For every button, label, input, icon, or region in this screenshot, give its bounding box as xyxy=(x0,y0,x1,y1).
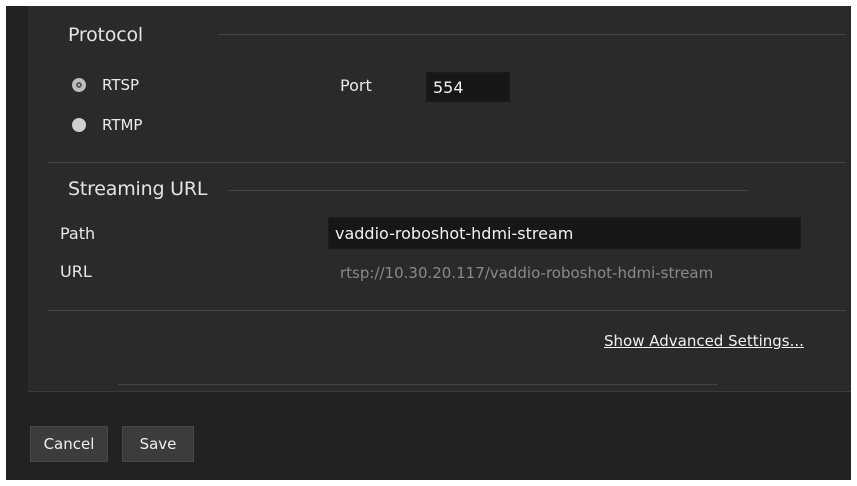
port-label: Port xyxy=(340,76,372,95)
radio-rtmp-label: RTMP xyxy=(102,116,143,134)
footer-divider xyxy=(118,384,718,385)
port-input[interactable] xyxy=(426,72,510,102)
radio-checked-icon xyxy=(72,78,86,92)
section-divider xyxy=(48,162,846,163)
streaming-url-section-title: Streaming URL xyxy=(68,178,208,200)
radio-rtsp[interactable]: RTSP xyxy=(72,76,139,94)
url-value: rtsp://10.30.20.117/vaddio-roboshot-hdmi… xyxy=(340,264,714,282)
save-button[interactable]: Save xyxy=(122,426,194,462)
show-advanced-settings-link[interactable]: Show Advanced Settings... xyxy=(604,332,804,350)
streaming-settings-window: Protocol RTSP RTMP Port Streaming URL Pa… xyxy=(6,6,851,480)
streaming-url-divider xyxy=(228,190,748,191)
path-input[interactable] xyxy=(328,217,801,249)
path-label: Path xyxy=(60,224,96,243)
cancel-button[interactable]: Cancel xyxy=(30,426,108,462)
protocol-divider xyxy=(218,34,846,35)
radio-unchecked-icon xyxy=(72,118,86,132)
settings-panel: Protocol RTSP RTMP Port Streaming URL Pa… xyxy=(28,6,851,392)
radio-rtsp-label: RTSP xyxy=(102,76,140,94)
url-label: URL xyxy=(60,262,92,281)
radio-rtmp[interactable]: RTMP xyxy=(72,116,142,134)
protocol-section-title: Protocol xyxy=(68,24,143,46)
bottom-divider xyxy=(48,310,846,311)
